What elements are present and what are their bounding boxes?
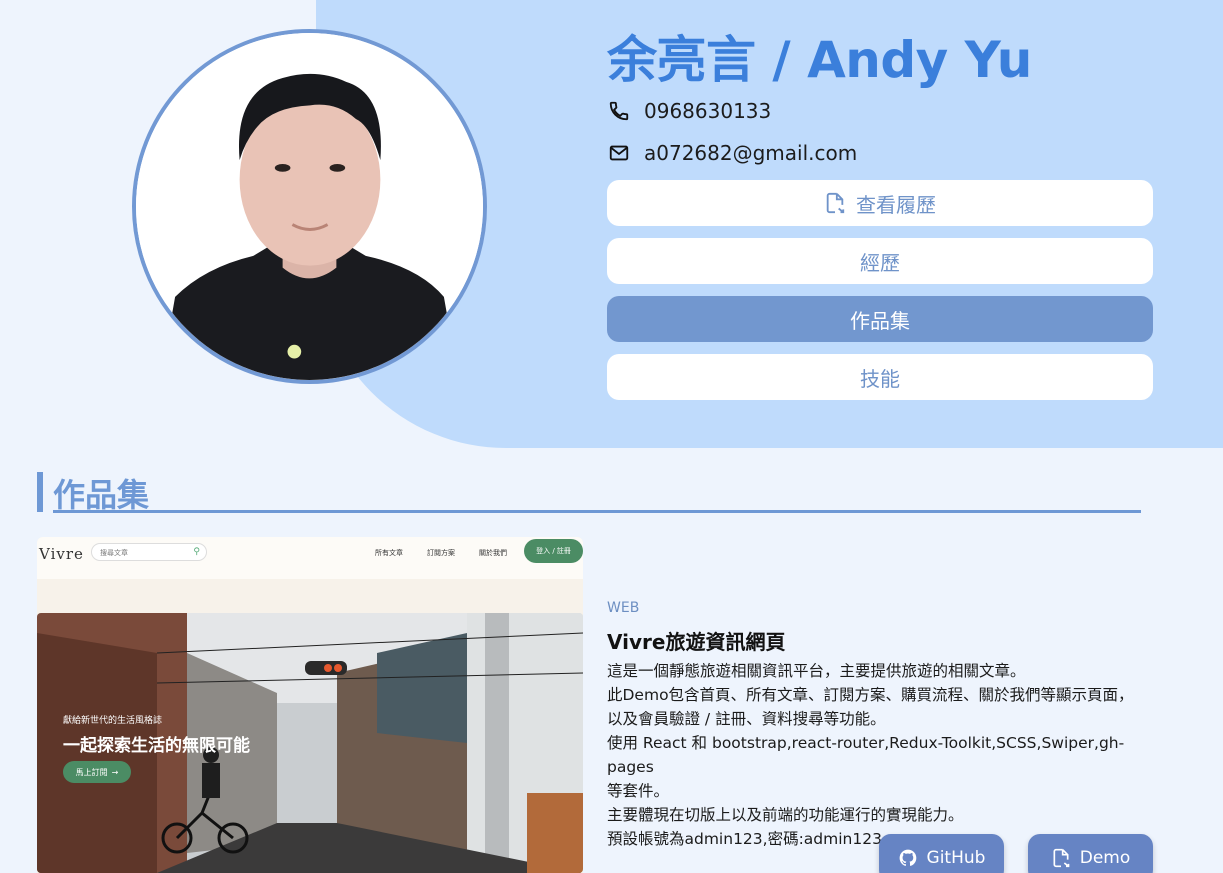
phone-number: 0968630133: [644, 99, 772, 123]
screenshot-nav-link: 所有文章: [375, 549, 403, 557]
skills-label: 技能: [860, 366, 900, 391]
description-line: 以及會員驗證 / 註冊、資料搜尋等功能。: [607, 710, 886, 728]
screenshot-nav-link: 訂閱方案: [427, 549, 455, 557]
description-line: 此Demo包含首頁、所有文章、訂閱方案、購買流程、關於我們等顯示頁面，: [607, 686, 1134, 704]
demo-label: Demo: [1079, 848, 1131, 868]
file-icon: [1053, 848, 1070, 868]
screenshot-login-button: 登入 / 註冊: [524, 539, 583, 563]
screenshot-logo: Vivre: [39, 545, 84, 563]
view-resume-button[interactable]: 查看履歷: [607, 180, 1153, 226]
description-line: 主要體現在切版上以及前端的功能運行的實現能力。: [607, 806, 964, 824]
screenshot-hero-subtitle: 獻給新世代的生活風格誌: [63, 716, 163, 726]
experience-button[interactable]: 經歷: [607, 238, 1153, 284]
screenshot-cta: 馬上訂閱 →: [63, 761, 131, 783]
description-line: 使用 React 和 bootstrap,react-router,Redux-…: [607, 734, 1125, 776]
project-description: 這是一個靜態旅遊相關資訊平台，主要提供旅遊的相關文章。 此Demo包含首頁、所有…: [607, 659, 1167, 851]
file-user-icon: [826, 192, 845, 214]
portfolio-button[interactable]: 作品集: [607, 296, 1153, 342]
arrow-right-icon: →: [111, 767, 119, 777]
screenshot-navbar: Vivre 搜尋文章 ⚲ 所有文章 訂閱方案 關於我們 登入 / 註冊: [37, 537, 583, 579]
github-icon: [899, 849, 916, 866]
phone-icon: [609, 101, 629, 121]
screenshot-search: 搜尋文章 ⚲: [91, 543, 207, 561]
screenshot-search-placeholder: 搜尋文章: [100, 549, 128, 557]
experience-label: 經歷: [860, 250, 900, 275]
view-resume-label: 查看履歷: [856, 192, 936, 217]
portfolio-label: 作品集: [850, 308, 910, 333]
description-line: 等套件。: [607, 782, 670, 800]
email-row: a072682@gmail.com: [608, 141, 857, 165]
profile-photo: [136, 33, 483, 380]
mail-icon: [609, 145, 629, 161]
email-address: a072682@gmail.com: [644, 141, 858, 165]
search-icon: ⚲: [193, 547, 200, 557]
screenshot-nav-link: 關於我們: [479, 549, 507, 557]
profile-name: 余亮言 / Andy Yu: [607, 31, 1032, 89]
project-category: WEB: [607, 600, 640, 616]
phone-row: 0968630133: [608, 99, 771, 123]
description-line: 這是一個靜態旅遊相關資訊平台，主要提供旅遊的相關文章。: [607, 662, 1026, 680]
project-screenshot: Vivre 搜尋文章 ⚲ 所有文章 訂閱方案 關於我們 登入 / 註冊 獻給新世…: [37, 537, 583, 873]
screenshot-hero-title: 一起探索生活的無限可能: [63, 736, 250, 756]
project-title: Vivre旅遊資訊網頁: [607, 630, 786, 654]
screenshot-cta-label: 馬上訂閱: [75, 767, 108, 777]
github-button[interactable]: GitHub: [879, 834, 1004, 873]
github-label: GitHub: [926, 848, 986, 868]
section-heading: 作品集: [37, 472, 1141, 514]
section-divider: [53, 510, 1141, 513]
avatar: [132, 29, 487, 384]
skills-button[interactable]: 技能: [607, 354, 1153, 400]
demo-button[interactable]: Demo: [1028, 834, 1153, 873]
